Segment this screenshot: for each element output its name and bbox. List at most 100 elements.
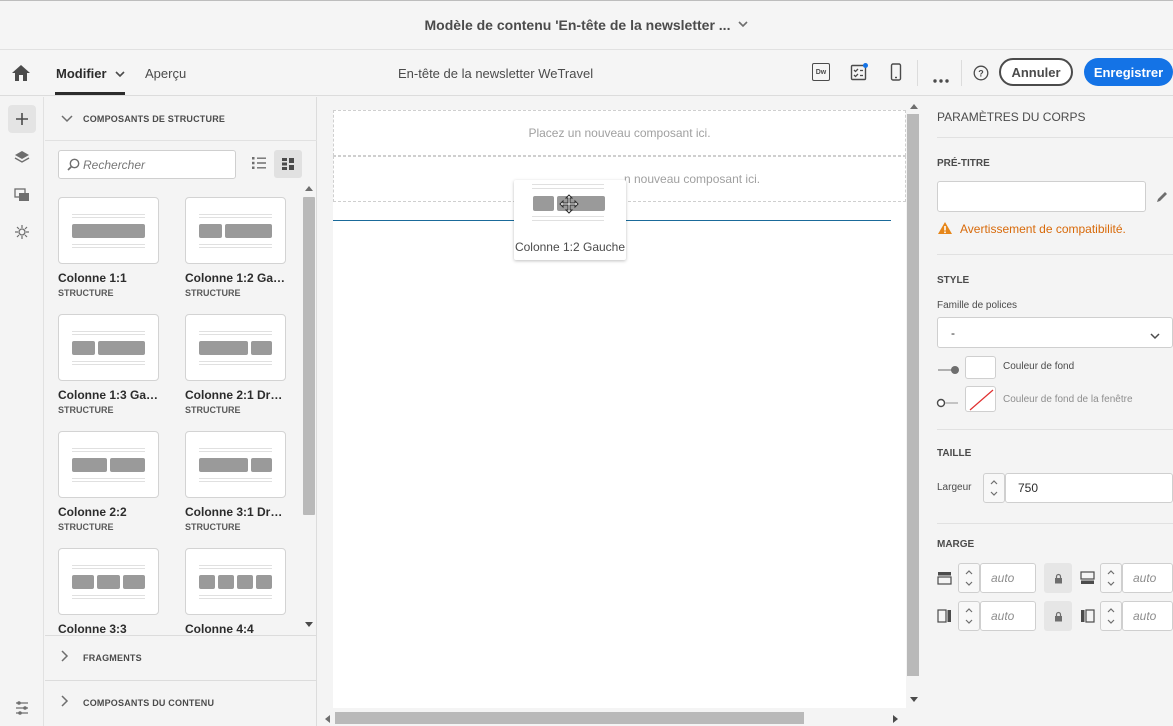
size-header: TAILLE: [937, 448, 972, 459]
fragments-section-header[interactable]: FRAGMENTS: [45, 635, 317, 679]
margin-top-input[interactable]: auto: [980, 563, 1036, 593]
component-thumbnail: [185, 548, 286, 615]
editor-canvas-area: Placez un nouveau composant ici. n nouve…: [318, 97, 921, 726]
document-title: En-tête de la newsletter WeTravel: [398, 66, 594, 81]
divider: [937, 254, 1173, 255]
panel-title: PARAMÈTRES DU CORPS: [937, 110, 1086, 124]
divider: [937, 523, 1173, 524]
margin-left-input[interactable]: auto: [980, 601, 1036, 631]
divider: [937, 429, 1173, 430]
component-thumbnail: [58, 197, 159, 264]
scrollbar-thumb[interactable]: [303, 197, 315, 515]
margin-bottom-stepper[interactable]: [1100, 563, 1122, 593]
chevron-down-icon[interactable]: [115, 65, 125, 83]
chevron-right-icon: [61, 650, 75, 665]
help-icon[interactable]: ?: [973, 65, 989, 86]
pretitle-header: PRÉ-TITRE: [937, 158, 990, 169]
margin-right-input[interactable]: auto: [1122, 601, 1173, 631]
component-card[interactable]: Colonne 2:2 STRUCTURE: [58, 431, 159, 532]
component-card[interactable]: Colonne 2:1 Droite STRUCTURE: [185, 314, 286, 415]
svg-text:?: ?: [978, 69, 984, 79]
search-icon: [67, 158, 80, 171]
window-background-color-swatch[interactable]: [965, 386, 996, 412]
tab-modify[interactable]: Modifier: [56, 66, 107, 81]
cancel-button[interactable]: Annuler: [999, 58, 1073, 86]
editor-toolbar: Modifier Aperçu En-tête de la newsletter…: [0, 50, 1173, 96]
drop-zone[interactable]: Placez un nouveau composant ici.: [333, 110, 906, 156]
chevron-right-icon: [61, 695, 75, 710]
canvas-horizontal-scrollbar[interactable]: [318, 711, 906, 726]
components-panel: COMPOSANTS DE STRUCTURE Rechercher Colon…: [45, 97, 317, 726]
template-title[interactable]: Modèle de contenu 'En-tête de la newslet…: [425, 17, 731, 33]
add-components-icon[interactable]: [8, 105, 36, 133]
chevron-down-icon: [1150, 329, 1160, 343]
mobile-preview-icon[interactable]: [890, 63, 902, 86]
margin-top-stepper[interactable]: [958, 563, 980, 593]
more-options-icon[interactable]: [933, 70, 949, 88]
list-view-icon[interactable]: [251, 156, 267, 175]
home-icon[interactable]: [11, 64, 31, 87]
pretitle-input[interactable]: [937, 181, 1146, 212]
assets-icon[interactable]: [8, 181, 36, 209]
component-thumbnail: [58, 314, 159, 381]
scrollbar-thumb[interactable]: [335, 712, 804, 724]
component-card[interactable]: Colonne 3:1 Droite STRUCTURE: [185, 431, 286, 532]
scrollbar-thumb[interactable]: [907, 114, 919, 676]
background-color-swatch[interactable]: [965, 356, 996, 379]
margin-lock-icon[interactable]: [1044, 601, 1072, 631]
move-cursor-icon: [559, 194, 579, 219]
component-card[interactable]: Colonne 1:3 Gau... STRUCTURE: [58, 314, 159, 415]
grid-view-icon[interactable]: [274, 150, 302, 178]
settings-sliders-icon[interactable]: [8, 694, 36, 722]
margin-top-icon: [937, 571, 952, 590]
component-thumbnail: [185, 197, 286, 264]
margin-left-stepper[interactable]: [958, 601, 980, 631]
margin-right-icon: [1080, 609, 1095, 628]
drag-preview-label: Colonne 1:2 Gauche: [514, 240, 626, 254]
component-thumbnail: [58, 431, 159, 498]
toolbar-divider: [961, 60, 962, 86]
margin-bottom-input[interactable]: auto: [1122, 563, 1173, 593]
toggle-switch-on[interactable]: [937, 362, 961, 380]
toggle-switch-off[interactable]: [936, 395, 960, 413]
component-card[interactable]: Colonne 1:2 Gau... STRUCTURE: [185, 197, 286, 298]
component-card[interactable]: Colonne 3:3: [58, 548, 159, 635]
canvas-vertical-scrollbar[interactable]: [906, 97, 921, 712]
save-button[interactable]: Enregistrer: [1084, 58, 1173, 86]
style-header: STYLE: [937, 275, 970, 286]
components-grid: Colonne 1:1 STRUCTURE Colonne 1:2 Gau...…: [45, 197, 301, 635]
margin-lock-icon[interactable]: [1044, 563, 1072, 593]
tab-preview[interactable]: Aperçu: [145, 66, 186, 81]
component-card[interactable]: Colonne 4:4: [185, 548, 286, 635]
checklist-icon[interactable]: [850, 63, 868, 86]
edit-pencil-icon[interactable]: [1155, 190, 1169, 209]
margin-bottom-icon: [1080, 571, 1095, 590]
font-family-select[interactable]: -: [937, 317, 1173, 348]
window-background-color-label: Couleur de fond de la fenêtre: [1003, 394, 1133, 405]
divider: [937, 137, 1173, 138]
margin-right-stepper[interactable]: [1100, 601, 1122, 631]
structure-section-header[interactable]: COMPOSANTS DE STRUCTURE: [45, 97, 317, 141]
chevron-down-icon: [61, 112, 75, 126]
search-input[interactable]: Rechercher: [58, 150, 236, 179]
left-rail: [0, 97, 44, 726]
layers-icon[interactable]: [8, 143, 36, 171]
active-tab-indicator: [55, 92, 125, 95]
chevron-down-icon[interactable]: [738, 19, 749, 31]
component-thumbnail: [185, 314, 286, 381]
component-card[interactable]: Colonne 1:1 STRUCTURE: [58, 197, 159, 298]
margin-header: MARGE: [937, 539, 975, 550]
component-thumbnail: [185, 431, 286, 498]
body-settings-panel: PARAMÈTRES DU CORPS PRÉ-TITRE Avertissem…: [922, 97, 1173, 726]
compatibility-warning[interactable]: Avertissement de compatibilité.: [960, 222, 1126, 236]
width-input[interactable]: 750: [1005, 473, 1173, 503]
warning-icon: [937, 221, 953, 240]
margin-left-icon: [937, 609, 952, 628]
width-label: Largeur: [937, 482, 972, 493]
components-scrollbar[interactable]: [301, 185, 317, 631]
width-stepper[interactable]: [983, 473, 1005, 503]
content-components-section-header[interactable]: COMPOSANTS DU CONTENU: [45, 680, 317, 724]
window-title-bar: Modèle de contenu 'En-tête de la newslet…: [0, 0, 1173, 50]
dreamweaver-icon[interactable]: Dw: [812, 63, 830, 81]
personalization-icon[interactable]: [8, 218, 36, 246]
